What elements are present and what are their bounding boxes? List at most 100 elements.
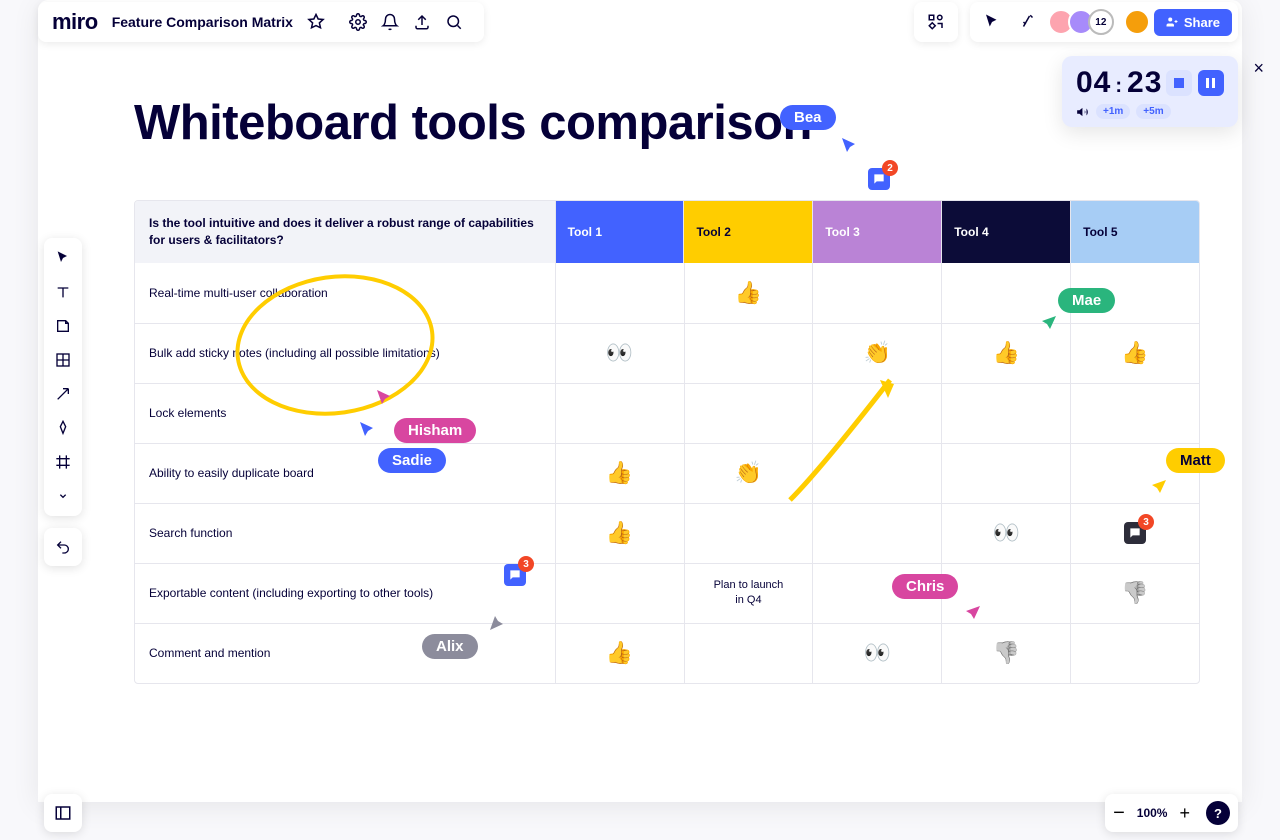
table-cell[interactable] (941, 384, 1070, 443)
page-title: Whiteboard tools comparison (134, 95, 812, 151)
comment-icon[interactable]: 3 (504, 564, 526, 586)
thumbs-up-icon: 👍 (606, 460, 633, 486)
undo-button[interactable] (44, 528, 82, 566)
table-cell[interactable]: 👍 (1070, 324, 1199, 383)
table-cell[interactable] (941, 564, 1070, 623)
table-cell[interactable] (684, 504, 813, 563)
cursor-track-icon[interactable] (976, 6, 1008, 38)
search-icon[interactable] (438, 6, 470, 38)
table-cell[interactable] (812, 263, 941, 323)
table-col-header: Tool 5 (1070, 201, 1199, 263)
table-cell[interactable] (555, 564, 684, 623)
thumbs-up-icon: 👍 (992, 340, 1019, 366)
cursor-pointer-icon (962, 604, 982, 624)
close-icon[interactable]: × (1253, 58, 1264, 79)
table-cell[interactable]: 👍 (555, 624, 684, 683)
table-cell[interactable] (555, 263, 684, 323)
top-right-area: 12 Share (914, 2, 1238, 42)
scribble-arrow (780, 360, 920, 510)
clap-icon: 👏 (735, 460, 762, 486)
table-cell[interactable] (555, 384, 684, 443)
cursor-pointer-icon (488, 612, 508, 632)
table-cell[interactable]: 👍 (684, 263, 813, 323)
text-tool[interactable] (47, 278, 79, 306)
comment-badge: 2 (882, 160, 898, 176)
share-button[interactable]: Share (1154, 9, 1232, 36)
cursor-tag-alix: Alix (422, 634, 478, 659)
settings-icon[interactable] (342, 6, 374, 38)
cursor-tag-chris: Chris (892, 574, 958, 599)
export-icon[interactable] (406, 6, 438, 38)
panels-toggle[interactable] (44, 794, 82, 832)
table-cell[interactable]: 👀 (812, 624, 941, 683)
row-label: Search function (135, 504, 555, 563)
avatar-overflow-count[interactable]: 12 (1088, 9, 1114, 35)
table-cell[interactable] (1070, 384, 1199, 443)
table-cell[interactable] (1070, 624, 1199, 683)
thumbs-up-icon: 👍 (606, 520, 633, 546)
cursor-tag-hisham: Hisham (394, 418, 476, 443)
cursor-tag-mae: Mae (1058, 288, 1115, 313)
thumbs-up-icon: 👍 (735, 280, 762, 306)
comment-badge: 3 (518, 556, 534, 572)
zoom-level[interactable]: 100% (1137, 806, 1168, 820)
table-cell[interactable]: 👎 (941, 624, 1070, 683)
pen-tool[interactable] (47, 414, 79, 442)
table-cell[interactable] (941, 444, 1070, 503)
frame-tool[interactable] (47, 448, 79, 476)
zoom-in-button[interactable]: + (1179, 803, 1190, 824)
table-row: Comment and mention 👍 👀👎 (135, 623, 1199, 683)
table-row: Search function 👍 👀 3 (135, 503, 1199, 563)
comment-icon[interactable]: 3 (1124, 522, 1146, 544)
cursor-pointer-icon (1038, 314, 1058, 334)
collaborator-avatars[interactable]: 12 (1048, 9, 1114, 35)
table-col-header: Tool 2 (683, 201, 812, 263)
select-tool[interactable] (47, 244, 79, 272)
cursor-pointer-icon (840, 136, 860, 156)
cursor-tag-bea: Bea (780, 105, 836, 130)
comparison-table: Is the tool intuitive and does it delive… (134, 200, 1200, 684)
bell-icon[interactable] (374, 6, 406, 38)
table-header-row: Is the tool intuitive and does it delive… (135, 201, 1199, 263)
table-cell[interactable] (684, 624, 813, 683)
table-cell[interactable]: 👎 (1070, 564, 1199, 623)
table-cell[interactable]: 👀 (941, 504, 1070, 563)
cursor-pointer-icon (358, 420, 378, 440)
canvas-area[interactable]: Whiteboard tools comparison Bea 2 Is the… (100, 60, 1238, 776)
arrow-tool[interactable] (47, 380, 79, 408)
table-cell[interactable]: 3 (1070, 504, 1199, 563)
table-col-header: Tool 3 (812, 201, 941, 263)
eyes-icon: 👀 (992, 520, 1019, 546)
shapes-tool[interactable] (47, 346, 79, 374)
table-cell[interactable] (812, 504, 941, 563)
table-col-header: Tool 1 (555, 201, 684, 263)
sticky-note-tool[interactable] (47, 312, 79, 340)
comment-icon[interactable]: 2 (868, 168, 890, 190)
zoom-out-button[interactable]: − (1113, 802, 1125, 825)
apps-button-group (914, 2, 958, 42)
table-cell[interactable]: 👀 (555, 324, 684, 383)
board-title[interactable]: Feature Comparison Matrix (112, 14, 293, 30)
miro-logo[interactable]: miro (52, 9, 98, 35)
apps-icon[interactable] (920, 6, 952, 38)
reactions-icon[interactable] (1012, 6, 1044, 38)
help-button[interactable]: ? (1206, 801, 1230, 825)
table-cell[interactable]: 👍 (555, 504, 684, 563)
thumbs-up-icon: 👍 (1121, 340, 1148, 366)
share-button-label: Share (1184, 15, 1220, 30)
zoom-controls: − 100% + ? (1105, 794, 1238, 832)
table-cell[interactable]: 👍 (555, 444, 684, 503)
more-tools[interactable] (47, 482, 79, 510)
thumbs-up-icon: 👍 (606, 640, 633, 666)
current-user-avatar[interactable] (1124, 9, 1150, 35)
row-label: Ability to easily duplicate board (135, 444, 555, 503)
left-toolbar (44, 238, 82, 516)
table-cell[interactable]: Plan to launch in Q4 (684, 564, 813, 623)
comment-badge: 3 (1138, 514, 1154, 530)
cursor-tag-sadie: Sadie (378, 448, 446, 473)
thumbs-down-icon: 👎 (1121, 580, 1148, 606)
star-icon[interactable] (300, 6, 332, 38)
row-label: Comment and mention (135, 624, 555, 683)
table-col-header: Tool 4 (941, 201, 1070, 263)
presence-group: 12 Share (970, 2, 1238, 42)
